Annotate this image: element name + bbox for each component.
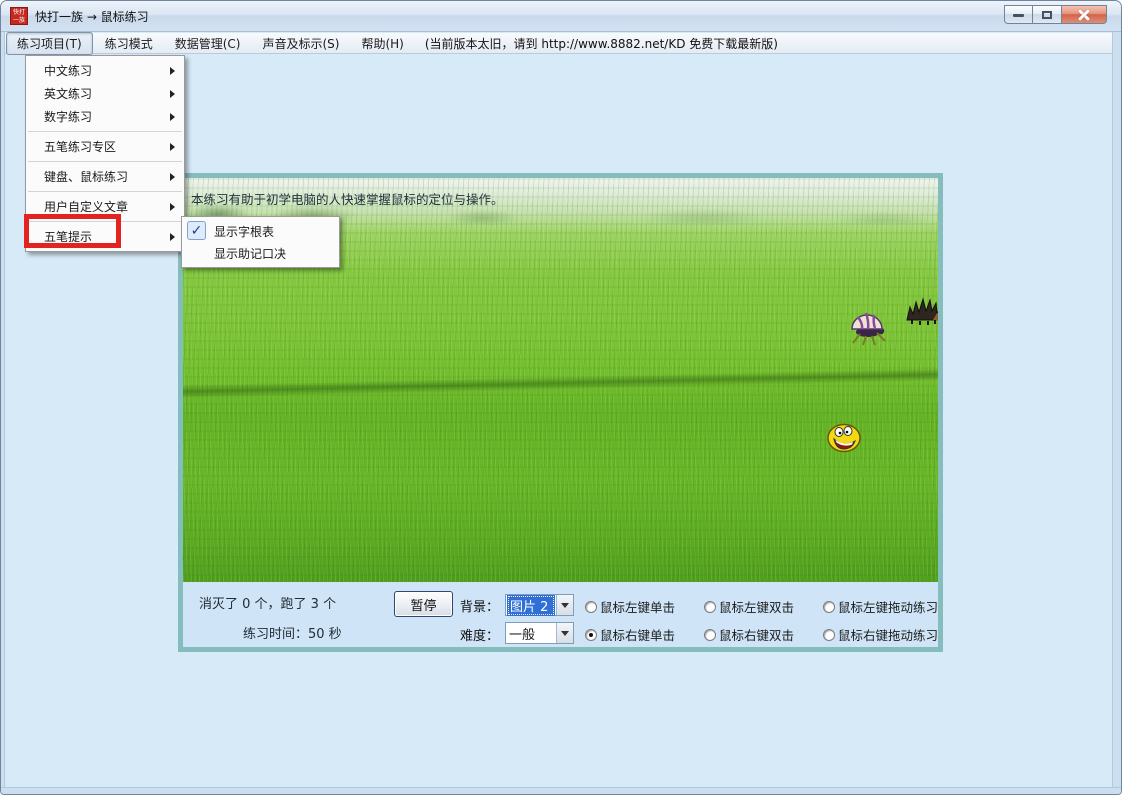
submenu-item-show-radical-table[interactable]: ✓ 显示字根表 bbox=[182, 220, 339, 242]
window-frame-left bbox=[1, 32, 5, 794]
menu-item-wubi-hints[interactable]: 五笔提示 bbox=[26, 225, 184, 248]
menu-item-label: 五笔提示 bbox=[44, 228, 92, 245]
hedgehog-icon[interactable] bbox=[904, 293, 938, 330]
practice-items-menu: 中文练习 英文练习 数字练习 五笔练习专区 键盘、鼠标练习 用户自定义文章 五笔… bbox=[25, 55, 185, 252]
close-button[interactable] bbox=[1062, 5, 1107, 24]
radio-circle bbox=[823, 629, 835, 641]
app-window: 快打 一族 快打一族 → 鼠标练习 练习项目(T) 练习模式 数据管理(C) 声… bbox=[0, 0, 1122, 795]
submenu-item-label: 显示助记口决 bbox=[214, 245, 286, 262]
menu-item-label: 用户自定义文章 bbox=[44, 198, 128, 215]
radio-label: 鼠标左键单击 bbox=[600, 597, 675, 616]
pause-button[interactable]: 暂停 bbox=[394, 591, 453, 617]
version-notice: (当前版本太旧，请到 http://www.8882.net/KD 免费下载最新… bbox=[425, 35, 778, 52]
menu-separator bbox=[28, 191, 182, 192]
menubar-item-practice-mode[interactable]: 练习模式 bbox=[95, 33, 163, 54]
submenu-item-show-mnemonic[interactable]: 显示助记口决 bbox=[182, 242, 339, 264]
radio-circle bbox=[823, 601, 835, 613]
menu-item-label: 键盘、鼠标练习 bbox=[44, 168, 128, 185]
menu-item-label: 英文练习 bbox=[44, 85, 92, 102]
minimize-button[interactable] bbox=[1004, 5, 1033, 24]
radio-circle bbox=[704, 601, 716, 613]
maximize-button[interactable] bbox=[1033, 5, 1062, 24]
submenu-arrow-icon bbox=[170, 233, 175, 241]
menubar-item-data-management[interactable]: 数据管理(C) bbox=[165, 33, 251, 54]
submenu-arrow-icon bbox=[170, 113, 175, 121]
radio-left-double-click[interactable]: 鼠标左键双击 bbox=[704, 597, 817, 616]
background-label: 背景： bbox=[460, 596, 499, 615]
left-click-radio-row: 鼠标左键单击 鼠标左键双击 鼠标左键拖动练习 bbox=[585, 597, 944, 616]
menu-item-english-practice[interactable]: 英文练习 bbox=[26, 82, 184, 105]
radio-right-single-click[interactable]: 鼠标右键单击 bbox=[585, 625, 698, 644]
submenu-arrow-icon bbox=[170, 173, 175, 181]
window-frame-bottom bbox=[1, 787, 1121, 794]
submenu-arrow-icon bbox=[170, 67, 175, 75]
app-icon-text-top: 快打 bbox=[11, 9, 27, 17]
menu-item-chinese-practice[interactable]: 中文练习 bbox=[26, 59, 184, 82]
maximize-icon bbox=[1042, 11, 1052, 19]
practice-time: 练习时间：50 秒 bbox=[243, 623, 342, 642]
submenu-arrow-icon bbox=[170, 90, 175, 98]
instruction-text: 本练习有助于初学电脑的人快速掌握鼠标的定位与操作。 bbox=[191, 189, 504, 208]
radio-circle-checked bbox=[585, 629, 597, 641]
difficulty-label: 难度： bbox=[460, 625, 499, 644]
field-ridge bbox=[183, 367, 938, 399]
background-select[interactable]: 图片 2 bbox=[505, 594, 574, 616]
menu-item-label: 中文练习 bbox=[44, 62, 92, 79]
window-frame-right bbox=[1112, 32, 1121, 794]
menu-separator bbox=[28, 131, 182, 132]
menubar-item-sound[interactable]: 声音及标示(S) bbox=[252, 33, 349, 54]
radio-circle bbox=[585, 601, 597, 613]
radio-label: 鼠标右键拖动练习 bbox=[838, 625, 938, 644]
background-select-value: 图片 2 bbox=[507, 595, 555, 616]
chevron-down-icon bbox=[561, 603, 569, 608]
menu-item-custom-article[interactable]: 用户自定义文章 bbox=[26, 195, 184, 218]
menu-item-wubi-zone[interactable]: 五笔练习专区 bbox=[26, 135, 184, 158]
radio-left-single-click[interactable]: 鼠标左键单击 bbox=[585, 597, 698, 616]
menu-item-number-practice[interactable]: 数字练习 bbox=[26, 105, 184, 128]
radio-circle bbox=[704, 629, 716, 641]
close-icon bbox=[1062, 6, 1106, 23]
chevron-down-icon bbox=[561, 631, 569, 636]
radio-label: 鼠标左键拖动练习 bbox=[838, 597, 938, 616]
title-bar: 快打 一族 快打一族 → 鼠标练习 bbox=[1, 1, 1121, 32]
kill-run-stats: 消灭了 0 个，跑了 3 个 bbox=[199, 593, 336, 612]
app-icon: 快打 一族 bbox=[10, 7, 28, 25]
difficulty-select-dropdown-button[interactable] bbox=[556, 623, 573, 643]
menubar-item-help[interactable]: 帮助(H) bbox=[351, 33, 413, 54]
menu-item-keyboard-mouse-practice[interactable]: 键盘、鼠标练习 bbox=[26, 165, 184, 188]
menu-bar: 练习项目(T) 练习模式 数据管理(C) 声音及标示(S) 帮助(H) (当前版… bbox=[5, 33, 1112, 54]
menu-separator bbox=[28, 161, 182, 162]
radio-left-drag[interactable]: 鼠标左键拖动练习 bbox=[823, 597, 938, 616]
caption-buttons bbox=[1004, 5, 1107, 24]
background-select-dropdown-button[interactable] bbox=[556, 595, 573, 615]
radio-right-double-click[interactable]: 鼠标右键双击 bbox=[704, 625, 817, 644]
submenu-arrow-icon bbox=[170, 203, 175, 211]
menu-separator bbox=[28, 221, 182, 222]
radio-label: 鼠标左键双击 bbox=[719, 597, 794, 616]
window-title: 快打一族 → 鼠标练习 bbox=[35, 8, 149, 25]
submenu-item-label: 显示字根表 bbox=[214, 223, 274, 240]
snail-bug-icon[interactable] bbox=[846, 306, 892, 349]
menubar-item-practice-items[interactable]: 练习项目(T) bbox=[6, 32, 93, 55]
right-click-radio-row: 鼠标右键单击 鼠标右键双击 鼠标右键拖动练习 bbox=[585, 625, 944, 644]
difficulty-select-value: 一般 bbox=[506, 623, 556, 644]
menu-item-label: 数字练习 bbox=[44, 108, 92, 125]
submenu-arrow-icon bbox=[170, 143, 175, 151]
checkmark-icon: ✓ bbox=[187, 221, 206, 240]
smiley-icon[interactable] bbox=[826, 422, 862, 457]
control-bar: 消灭了 0 个，跑了 3 个 练习时间：50 秒 暂停 背景： 图片 2 难度：… bbox=[183, 582, 938, 647]
app-icon-text-bottom: 一族 bbox=[11, 17, 27, 25]
menu-item-label: 五笔练习专区 bbox=[44, 138, 116, 155]
radio-label: 鼠标右键单击 bbox=[600, 625, 675, 644]
wubi-hints-submenu: ✓ 显示字根表 显示助记口决 bbox=[181, 216, 340, 268]
radio-label: 鼠标右键双击 bbox=[719, 625, 794, 644]
difficulty-select[interactable]: 一般 bbox=[505, 622, 574, 644]
radio-right-drag[interactable]: 鼠标右键拖动练习 bbox=[823, 625, 938, 644]
minimize-icon bbox=[1013, 14, 1024, 17]
